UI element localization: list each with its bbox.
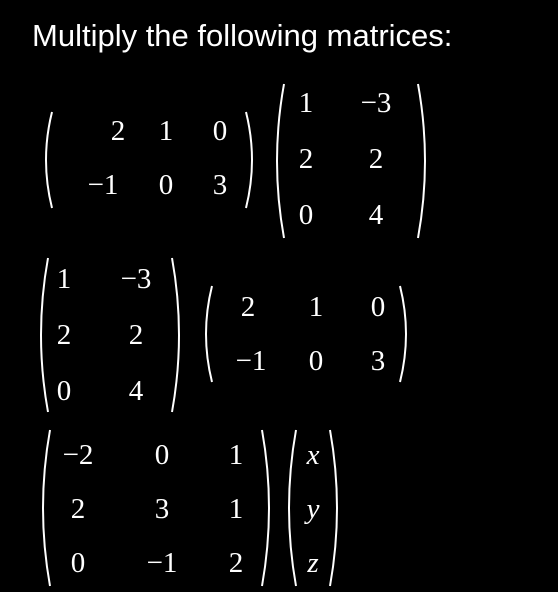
vector-entry-x: x xyxy=(306,439,320,471)
matrix-cell: 1 xyxy=(158,115,174,147)
matrix-cell: 4 xyxy=(368,199,384,231)
matrix-cell: 1 xyxy=(308,291,324,323)
page-title: Multiply the following matrices: xyxy=(32,18,453,53)
matrix-cell: 0 xyxy=(70,547,86,579)
vector-entry-z: z xyxy=(307,547,319,579)
matrix-cell: 2 xyxy=(368,143,384,175)
right-paren xyxy=(329,429,338,587)
right-paren xyxy=(399,285,407,383)
matrix-cell: 0 xyxy=(298,199,314,231)
vector-entry-y: y xyxy=(306,493,320,525)
matrix-cell: 0 xyxy=(212,115,228,147)
matrix-cell: 1 xyxy=(228,439,244,471)
matrix-cell: −3 xyxy=(360,87,392,119)
matrix-cell: −3 xyxy=(120,263,152,295)
problem-3-right-vector: x y z xyxy=(280,428,346,588)
matrix-cell: 2 xyxy=(228,547,244,579)
matrix-cell: 2 xyxy=(56,319,72,351)
right-paren xyxy=(261,429,270,587)
matrix-cell: 1 xyxy=(298,87,314,119)
left-paren xyxy=(45,111,53,209)
problem-2-right-matrix: 2 1 0 −1 0 3 xyxy=(198,284,420,384)
matrix-cell: 3 xyxy=(154,493,170,525)
matrix-cell: 0 xyxy=(154,439,170,471)
matrix-cell: 2 xyxy=(298,143,314,175)
matrix-cell: −1 xyxy=(87,169,119,201)
matrix-cell: −1 xyxy=(146,547,178,579)
right-paren xyxy=(417,83,426,239)
right-paren xyxy=(171,257,180,413)
matrix-cell: −2 xyxy=(62,439,94,471)
problem-1-left-matrix: 2 1 0 −1 0 3 xyxy=(38,110,260,210)
matrix-cell: 2 xyxy=(110,115,126,147)
matrix-cell: 0 xyxy=(308,345,324,377)
matrix-cell: 0 xyxy=(56,375,72,407)
matrix-cell: 2 xyxy=(240,291,256,323)
matrix-cell: 1 xyxy=(56,263,72,295)
matrix-cell: −1 xyxy=(235,345,267,377)
problem-1-right-matrix: 1 −3 2 2 0 4 xyxy=(268,82,436,240)
left-paren xyxy=(276,83,285,239)
matrix-cell: 2 xyxy=(70,493,86,525)
problem-3-left-matrix: −2 0 1 2 3 1 0 −1 2 xyxy=(34,428,280,588)
matrix-cell: 1 xyxy=(228,493,244,525)
matrix-cell: 0 xyxy=(158,169,174,201)
right-paren xyxy=(245,111,253,209)
matrix-cell: 4 xyxy=(128,375,144,407)
matrix-cell: 2 xyxy=(128,319,144,351)
matrix-cell: 3 xyxy=(370,345,386,377)
matrix-cell: 0 xyxy=(370,291,386,323)
matrix-cell: 3 xyxy=(212,169,228,201)
left-paren xyxy=(205,285,213,383)
problem-2-left-matrix: 1 −3 2 2 0 4 xyxy=(32,256,188,414)
